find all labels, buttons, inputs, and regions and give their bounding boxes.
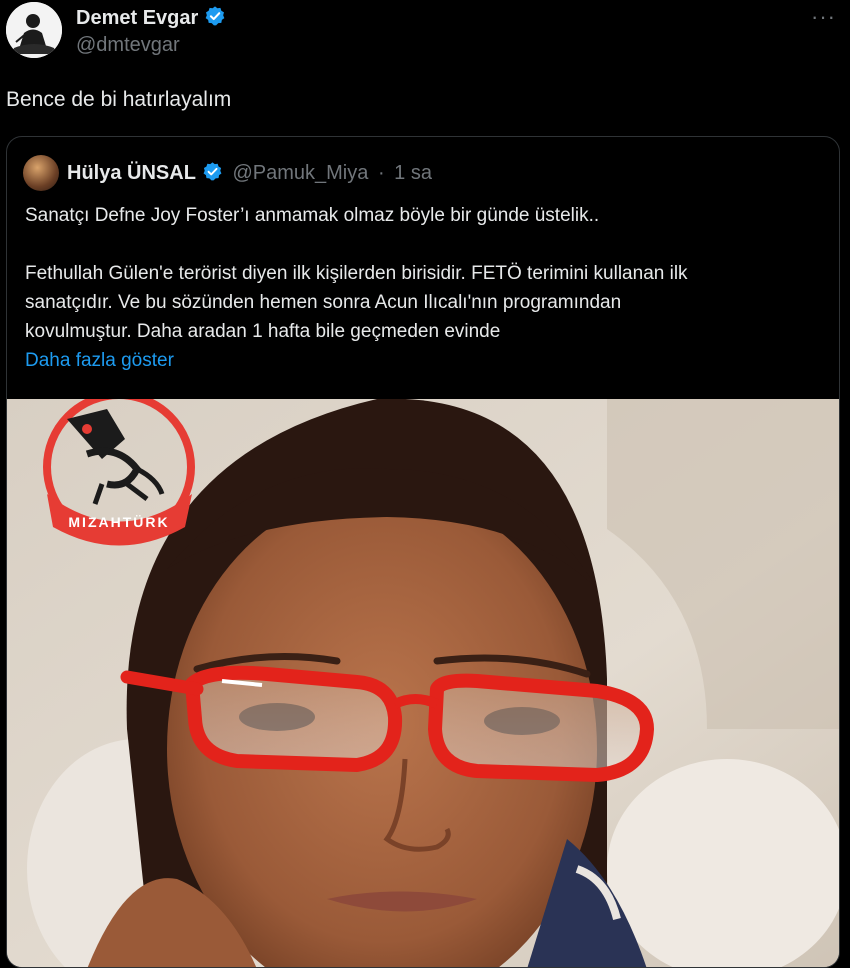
quoted-line: Fethullah Gülen'e terörist diyen ilk kiş… xyxy=(25,263,688,284)
quoted-author-avatar[interactable] xyxy=(23,155,59,191)
show-more-link[interactable]: Daha fazla göster xyxy=(25,346,825,375)
watermark-text: MIZAHTÜRK xyxy=(68,514,169,530)
author-name-text[interactable]: Demet Evgar xyxy=(76,7,198,29)
quoted-line: kovulmuştur. Daha aradan 1 hafta bile ge… xyxy=(25,321,501,342)
verified-badge-icon xyxy=(202,161,223,188)
separator-dot: · xyxy=(377,162,385,184)
quoted-author-name[interactable]: Hülya ÜNSAL xyxy=(67,162,196,184)
quoted-tweet-photo[interactable]: MIZAHTÜRK xyxy=(7,391,839,967)
quoted-tweet-text: Sanatçı Defne Joy Foster’ı anmamak olmaz… xyxy=(25,201,825,375)
author-name[interactable]: Demet Evgar xyxy=(76,5,226,33)
author-handle[interactable]: @dmtevgar xyxy=(76,34,180,57)
quoted-line: sanatçıdır. Ve bu sözünden hemen sonra A… xyxy=(25,292,622,313)
quoted-tweet[interactable]: Hülya ÜNSAL @Pamuk_Miya · 1 sa Sanatçı D… xyxy=(6,136,840,968)
more-options-icon[interactable]: ··· xyxy=(811,4,836,30)
author-avatar[interactable] xyxy=(6,2,62,58)
verified-badge-icon xyxy=(204,5,226,33)
tweet-text: Bence de bi hatırlayalım xyxy=(6,88,232,111)
quoted-tweet-header: Hülya ÜNSAL @Pamuk_Miya · 1 sa xyxy=(67,161,432,188)
quoted-line: Sanatçı Defne Joy Foster’ı anmamak olmaz… xyxy=(25,205,600,226)
quoted-author-handle[interactable]: @Pamuk_Miya xyxy=(232,162,368,184)
quoted-tweet-time[interactable]: 1 sa xyxy=(394,162,432,184)
